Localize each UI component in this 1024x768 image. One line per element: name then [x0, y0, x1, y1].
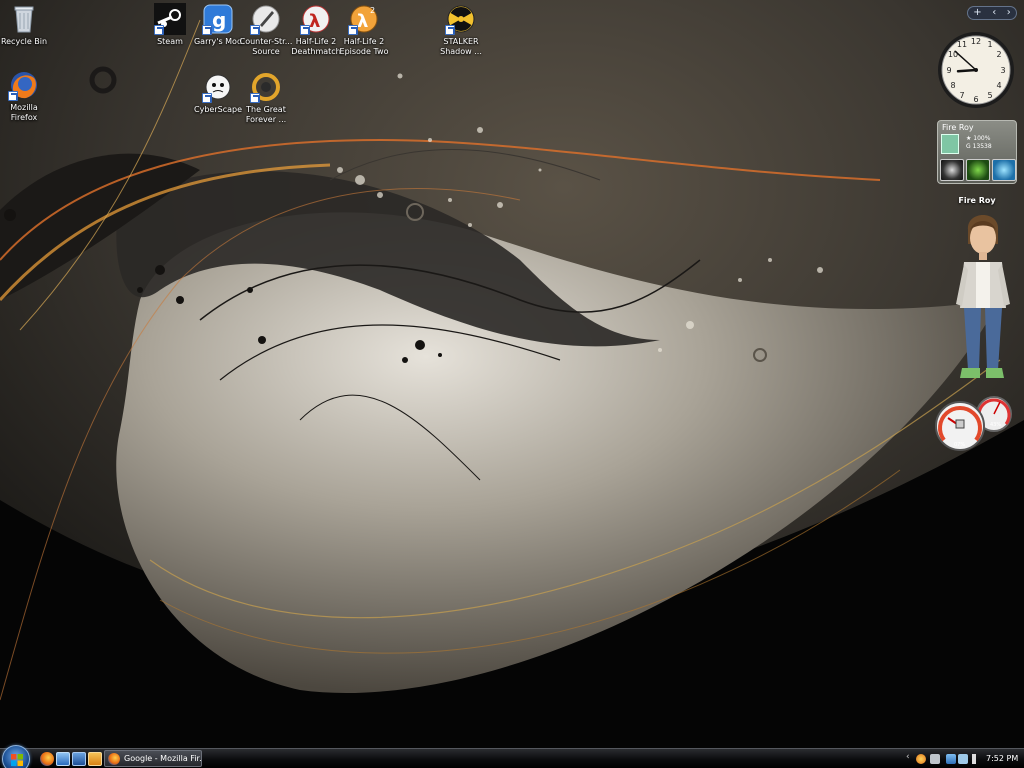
svg-text:11: 11	[957, 40, 967, 49]
recent-games	[940, 159, 1016, 183]
svg-text:4: 4	[996, 81, 1001, 90]
half-life-episode-two-icon: λ2	[348, 3, 380, 35]
desktop-icon-label: STALKER Shadow ...	[440, 37, 482, 56]
garrys-mod-icon: g	[202, 3, 234, 35]
gears-game-icon[interactable]	[940, 159, 964, 181]
svg-text:6: 6	[973, 95, 978, 104]
wallpaper-art	[0, 0, 1024, 748]
cyberscape-icon	[202, 71, 234, 103]
svg-text:12: 12	[971, 37, 981, 46]
svg-text:5: 5	[987, 91, 992, 100]
svg-text:g: g	[212, 8, 226, 32]
gamertag: Fire Roy	[942, 123, 974, 132]
halo-game-icon[interactable]	[992, 159, 1016, 181]
tray-app-icon[interactable]	[916, 754, 926, 764]
switch-windows-icon[interactable]	[72, 752, 86, 766]
taskbar-button-label: Google - Mozilla Fir...	[124, 754, 201, 763]
taskbar-button-firefox[interactable]: Google - Mozilla Fir...	[104, 750, 202, 767]
reputation-value: 100%	[973, 135, 991, 142]
counter-strike-icon	[250, 3, 282, 35]
desktop-icon-the-great-forever[interactable]: The Great Forever ...	[234, 71, 298, 125]
steam-icon	[154, 3, 186, 35]
desktop-icon-label: Half-Life 2 Episode Two	[339, 37, 389, 56]
desktop-icon-recycle-bin[interactable]: Recycle Bin	[0, 3, 56, 47]
svg-text:8: 8	[950, 81, 955, 90]
clock-hour-hand	[956, 68, 978, 73]
gamerscore: G 13538	[966, 143, 992, 150]
cpu-usage-value: 07%	[954, 442, 966, 448]
show-desktop-icon[interactable]	[56, 752, 70, 766]
svg-text:9: 9	[946, 66, 951, 75]
svg-text:10: 10	[948, 50, 958, 59]
xbox-gamercard-gadget[interactable]: Fire Roy ★ 100% G 13538	[937, 120, 1017, 184]
recycle-bin-icon	[8, 3, 40, 35]
firefox-icon[interactable]	[40, 752, 54, 766]
firefox-icon	[8, 69, 40, 101]
desktop-icon-firefox[interactable]: Mozilla Firefox	[0, 69, 56, 123]
desktop-icon-label: The Great Forever ...	[245, 105, 287, 124]
svg-text:3: 3	[1000, 66, 1005, 75]
reputation: ★ 100%	[966, 135, 991, 142]
media-player-icon[interactable]	[88, 752, 102, 766]
stalker-icon	[445, 3, 477, 35]
desktop-icon-label: Mozilla Firefox	[10, 103, 38, 122]
desktop-wallpaper[interactable]	[0, 0, 1024, 748]
xbox-avatar[interactable]	[946, 208, 1020, 388]
network-icon[interactable]	[946, 754, 956, 764]
svg-text:λ: λ	[309, 11, 320, 32]
add-gadget-button[interactable]: +	[973, 8, 981, 18]
clock-gadget[interactable]: 12 1 2 345 678 9 10 11	[936, 30, 1016, 110]
gamer-picture	[941, 134, 959, 154]
taskbar: Google - Mozilla Fir... ‹ 7:52 PM	[0, 745, 1024, 768]
svg-text:2: 2	[996, 50, 1001, 59]
svg-text:2: 2	[370, 6, 375, 15]
desktop-icon-half-life-episode-two[interactable]: λ2 Half-Life 2 Episode Two	[332, 3, 396, 57]
tray-monitor-icon[interactable]	[930, 754, 940, 764]
svg-text:1: 1	[987, 40, 992, 49]
security-icon[interactable]	[958, 754, 968, 764]
meter-dials	[935, 396, 1012, 451]
volume-icon[interactable]	[972, 754, 982, 764]
clock-time[interactable]: 7:52 PM	[986, 754, 1018, 763]
gamerscore-value: 13538	[972, 143, 992, 150]
desktop-icon-stalker[interactable]: STALKER Shadow ...	[429, 3, 493, 57]
cpu-meter-gadget[interactable]: 07% 43%	[934, 396, 1018, 456]
notification-area: ‹ 7:52 PM	[900, 749, 1024, 768]
avatar-figure	[956, 215, 1010, 378]
previous-gadgets-button[interactable]: ‹	[992, 8, 996, 18]
sidebar-controls: + ‹ ›	[967, 6, 1017, 20]
firefox-icon	[108, 752, 120, 765]
ram-usage-value: 43%	[990, 422, 1002, 428]
svg-text:7: 7	[959, 91, 964, 100]
the-great-forever-icon	[250, 71, 282, 103]
start-button[interactable]	[2, 745, 30, 768]
svg-text:λ: λ	[357, 11, 368, 32]
clock-face: 12 12 345 678 91011	[938, 32, 1014, 108]
avatar-name: Fire Roy	[958, 196, 996, 205]
show-hidden-icons-button[interactable]: ‹	[906, 752, 910, 762]
half-life-icon: λ	[300, 3, 332, 35]
green-star-game-icon[interactable]	[966, 159, 990, 181]
next-gadgets-button[interactable]: ›	[1007, 8, 1011, 18]
windows-logo-icon	[11, 754, 23, 766]
desktop-icon-label: Recycle Bin	[0, 37, 48, 46]
